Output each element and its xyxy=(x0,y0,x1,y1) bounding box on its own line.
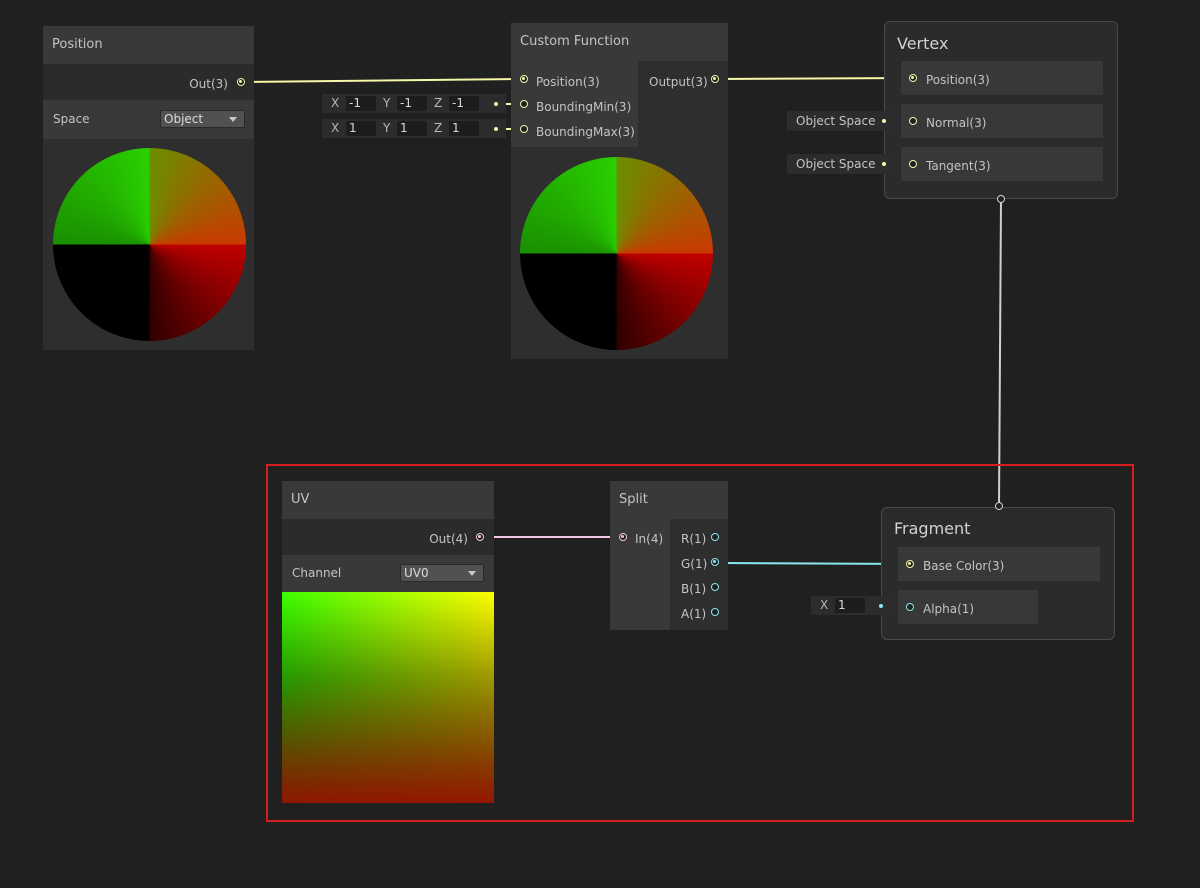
uv-out-label: Out(4) xyxy=(429,532,468,546)
fragment-basecolor-label: Base Color(3) xyxy=(923,559,1005,573)
uv-channel-label: Channel xyxy=(292,566,342,580)
position-out-label: Out(3) xyxy=(189,77,228,91)
split-out-a-port[interactable] xyxy=(711,608,719,616)
custom-boundingmax-in-port[interactable] xyxy=(520,125,528,133)
fragment-basecolor-port[interactable] xyxy=(906,560,914,568)
vertex-position-label: Position(3) xyxy=(926,73,990,87)
boundingmax-y-input[interactable]: 1 xyxy=(397,121,427,136)
alpha-field-dot xyxy=(879,604,883,608)
boundingmax-z-label: Z xyxy=(434,121,443,135)
wire-vertex-to-fragment[interactable] xyxy=(998,199,1002,507)
normal-space-value: Object Space xyxy=(796,114,876,128)
sphere-preview-image xyxy=(53,148,246,341)
vertex-normal-port[interactable] xyxy=(909,117,917,125)
split-out-r-port[interactable] xyxy=(711,533,719,541)
split-out-g-label: G(1) xyxy=(681,557,708,571)
vertex-output-port[interactable] xyxy=(997,195,1005,203)
custom-input-boundingmax: BoundingMax(3) xyxy=(536,125,635,139)
split-out-r-label: R(1) xyxy=(681,532,707,546)
position-preview xyxy=(43,139,254,350)
custom-function-preview xyxy=(511,147,722,359)
uv-channel-value: UV0 xyxy=(404,566,429,580)
custom-boundingmin-in-port[interactable] xyxy=(520,100,528,108)
wire-custom-to-vertex[interactable] xyxy=(717,77,911,80)
boundingmin-x-input[interactable]: -1 xyxy=(346,96,376,111)
normal-space-dot xyxy=(882,119,886,123)
wire-position-to-custom[interactable] xyxy=(244,78,521,83)
tangent-space-dot xyxy=(882,162,886,166)
boundingmin-z-label: Z xyxy=(434,96,443,110)
boundingmax-field-dot xyxy=(494,127,498,131)
split-out-g-port[interactable] xyxy=(711,558,719,566)
custom-output-port[interactable] xyxy=(711,75,719,83)
position-space-label: Space xyxy=(53,112,90,126)
split-title[interactable]: Split xyxy=(610,481,728,519)
boundingmax-y-label: Y xyxy=(383,121,391,135)
split-in-port[interactable] xyxy=(619,533,627,541)
boundingmin-field-dot xyxy=(494,102,498,106)
vertex-position-port[interactable] xyxy=(909,74,917,82)
normal-space-field[interactable]: Object Space xyxy=(787,111,893,131)
custom-function-node[interactable]: Custom Function Position(3) BoundingMin(… xyxy=(511,23,728,359)
boundingmin-x-label: X xyxy=(331,96,340,110)
boundingmin-y-label: Y xyxy=(383,96,391,110)
boundingmax-z-input[interactable]: 1 xyxy=(449,121,479,136)
fragment-alpha-port[interactable] xyxy=(906,603,914,611)
uv-node[interactable]: UV Out(4) Channel UV0 xyxy=(282,481,494,803)
custom-input-boundingmin: BoundingMin(3) xyxy=(536,100,632,114)
sphere-preview-image xyxy=(520,157,713,350)
alpha-x-input[interactable]: 1 xyxy=(835,598,865,613)
uv-preview-image xyxy=(282,592,494,803)
vertex-node[interactable]: Vertex Position(3) Normal(3) Tangent(3) xyxy=(884,21,1118,199)
split-in-label: In(4) xyxy=(635,532,664,546)
tangent-space-value: Object Space xyxy=(796,157,876,171)
chevron-down-icon xyxy=(468,571,476,576)
boundingmin-vector-field[interactable]: X -1 Y -1 Z -1 xyxy=(322,94,506,113)
boundingmin-y-input[interactable]: -1 xyxy=(397,96,427,111)
boundingmax-x-label: X xyxy=(331,121,340,135)
fragment-title[interactable]: Fragment xyxy=(894,519,970,538)
uv-channel-dropdown[interactable]: UV0 xyxy=(400,564,484,582)
vertex-tangent-label: Tangent(3) xyxy=(926,159,991,173)
split-out-a-label: A(1) xyxy=(681,607,707,621)
split-out-b-port[interactable] xyxy=(711,583,719,591)
chevron-down-icon xyxy=(229,117,237,122)
boundingmax-vector-field[interactable]: X 1 Y 1 Z 1 xyxy=(322,119,506,138)
uv-title[interactable]: UV xyxy=(282,481,494,519)
tangent-space-field[interactable]: Object Space xyxy=(787,154,893,174)
alpha-x-label: X xyxy=(820,598,829,612)
vertex-tangent-port[interactable] xyxy=(909,160,917,168)
position-node[interactable]: Position Out(3) Space Object xyxy=(43,26,254,350)
vertex-normal-label: Normal(3) xyxy=(926,116,987,130)
fragment-node[interactable]: Fragment Base Color(3) Alpha(1) xyxy=(881,507,1115,640)
split-node[interactable]: Split In(4) R(1) G(1) B(1) A(1) xyxy=(610,481,728,630)
alpha-value-field[interactable]: X 1 xyxy=(811,596,893,615)
uv-out-port[interactable] xyxy=(476,533,484,541)
custom-position-in-port[interactable] xyxy=(520,75,528,83)
vertex-title[interactable]: Vertex xyxy=(897,34,948,53)
position-out-port[interactable] xyxy=(237,78,245,86)
split-out-b-label: B(1) xyxy=(681,582,707,596)
custom-function-title[interactable]: Custom Function xyxy=(511,23,728,61)
custom-output-label: Output(3) xyxy=(649,75,708,89)
fragment-input-port[interactable] xyxy=(995,502,1003,510)
position-space-value: Object xyxy=(164,112,204,126)
position-node-title[interactable]: Position xyxy=(43,26,254,64)
boundingmax-x-input[interactable]: 1 xyxy=(346,121,376,136)
boundingmin-z-input[interactable]: -1 xyxy=(449,96,479,111)
custom-input-position: Position(3) xyxy=(536,75,600,89)
fragment-alpha-label: Alpha(1) xyxy=(923,602,975,616)
position-space-dropdown[interactable]: Object xyxy=(160,110,245,128)
